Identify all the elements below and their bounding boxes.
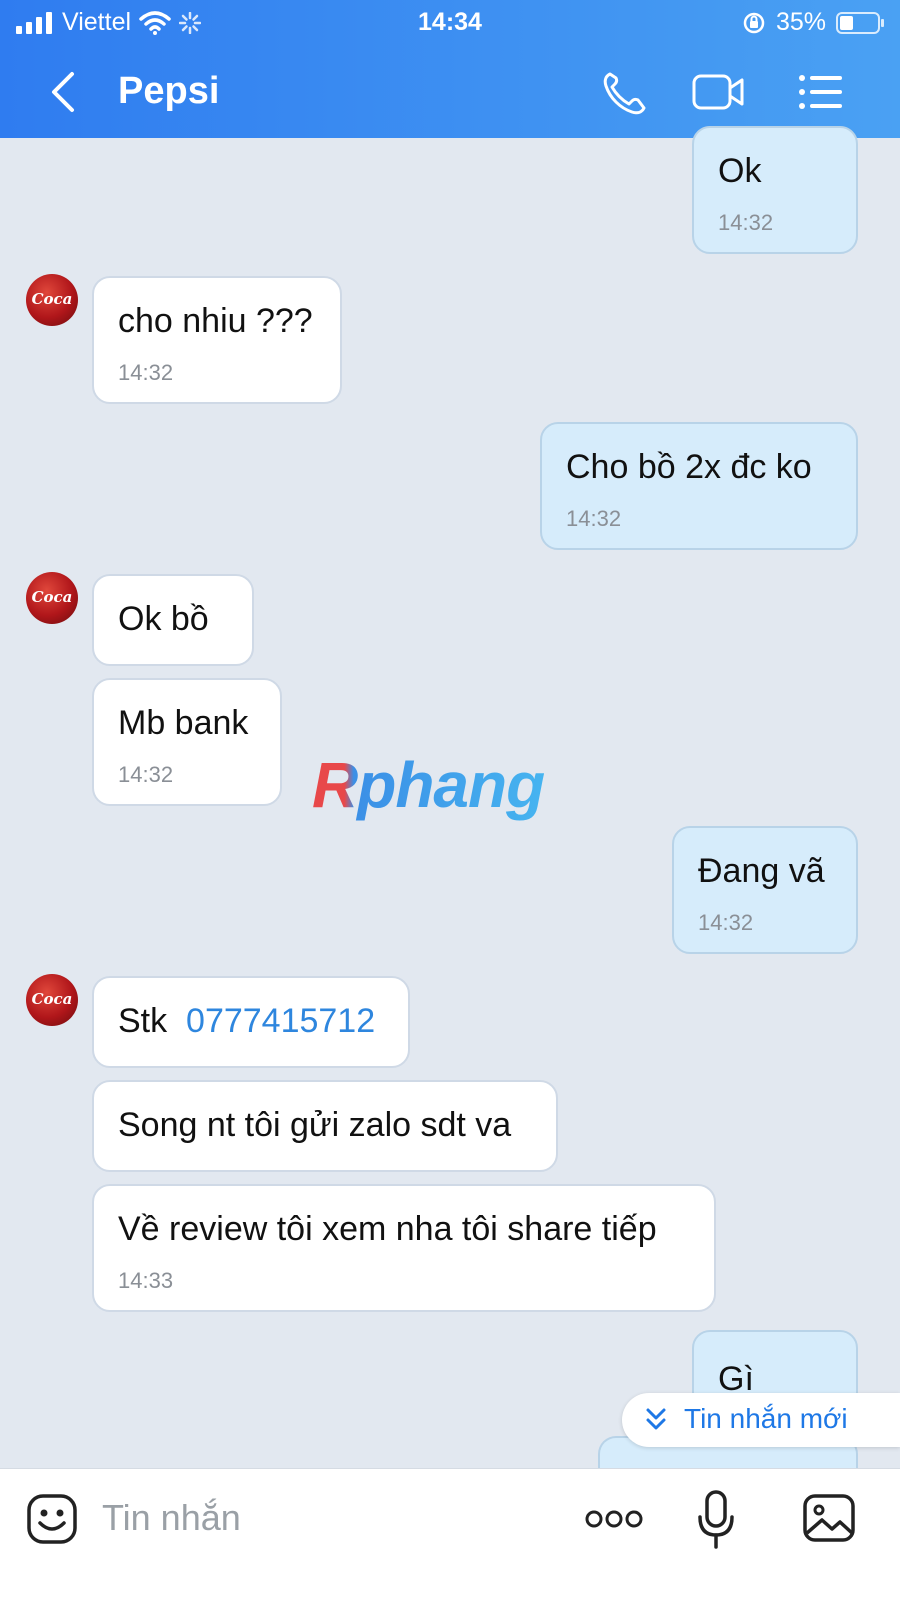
message-bubble-incoming[interactable]: Về review tôi xem nha tôi share tiếp 14:… [92,1184,716,1312]
message-bubble-outgoing[interactable]: Ok 14:32 [692,126,858,254]
battery-icon [836,11,884,34]
new-messages-label: Tin nhắn mới [684,1403,848,1434]
message-bubble-outgoing[interactable]: Cho bồ 2x đc ko 14:32 [540,422,858,550]
avatar-logo-text: Coca [31,588,73,606]
contact-avatar[interactable]: Coca [26,572,78,624]
message-time: 14:32 [118,762,174,787]
composer-bar: Tin nhắn [0,1468,900,1601]
phone-call-icon[interactable] [598,68,654,116]
chat-header: Viettel 14:34 35% Pepsi [0,0,900,138]
contact-avatar[interactable]: Coca [26,274,78,326]
message-bubble-incoming[interactable]: Ok bồ [92,574,254,666]
microphone-icon[interactable] [696,1489,736,1551]
avatar-logo-text: Coca [31,990,73,1008]
orientation-lock-icon [743,12,765,33]
image-gallery-icon[interactable] [802,1493,856,1543]
status-right: 35% [742,8,886,37]
contact-avatar[interactable]: Coca [26,974,78,1026]
message-input[interactable]: Tin nhắn [102,1497,241,1539]
avatar-logo-text: Coca [31,290,73,308]
message-bubble-incoming[interactable]: Song nt tôi gửi zalo sdt va [92,1080,558,1172]
message-time: 14:32 [118,360,174,385]
message-text: Mb bank [118,704,249,742]
message-time: 14:32 [566,506,622,531]
message-text: Cho bồ 2x đc ko [566,448,812,486]
sticker-emoji-icon[interactable] [26,1493,78,1545]
video-call-icon[interactable] [690,68,746,116]
message-time: 14:32 [718,210,774,235]
message-bubble-incoming[interactable]: Stk 0777415712 [92,976,410,1068]
message-time: 14:32 [698,910,754,935]
nav-bar: Pepsi [0,56,900,128]
double-chevron-down-icon [646,1408,666,1430]
message-text: cho nhiu ??? [118,302,313,340]
message-text: Ok bồ [118,600,209,638]
message-bubble-incoming[interactable]: cho nhiu ??? 14:32 [92,276,342,404]
more-options-icon[interactable] [584,1507,644,1531]
phone-number-link[interactable]: 0777415712 [186,1002,375,1040]
message-text: Đang vã [698,852,825,890]
message-bubble-outgoing[interactable]: Đang vã 14:32 [672,826,858,954]
watermark-logo: Rphang [312,749,545,821]
message-prefix: Stk [118,1002,168,1040]
status-bar: Viettel 14:34 35% [0,0,900,46]
message-text: Về review tôi xem nha tôi share tiếp [118,1210,657,1248]
back-arrow-icon[interactable] [44,68,84,116]
new-messages-button[interactable]: Tin nhắn mới [622,1393,900,1447]
message-bubble-incoming[interactable]: Mb bank 14:32 [92,678,282,806]
chat-title[interactable]: Pepsi [118,70,219,113]
message-text: Song nt tôi gửi zalo sdt va [118,1106,512,1144]
battery-percent: 35% [775,8,826,36]
message-time: 14:33 [118,1268,174,1293]
menu-list-icon[interactable] [794,68,850,116]
message-text: Ok [718,152,762,190]
message-text: Stk 0777415712 [118,1002,375,1041]
